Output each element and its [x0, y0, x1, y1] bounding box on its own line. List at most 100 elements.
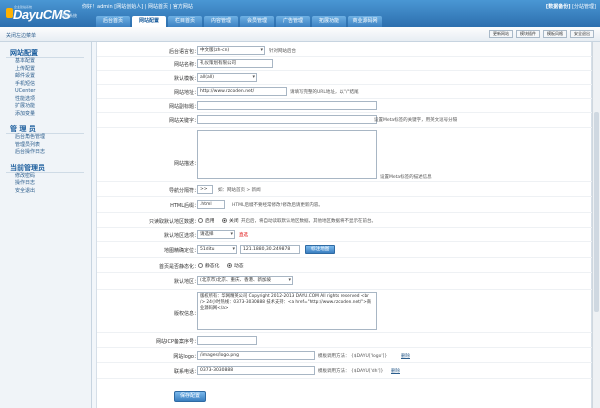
default-region-select[interactable]: 请选择 [197, 230, 235, 239]
form-row: 联系电话： 0373-3030888 模板调用方法： {$DAYU['dh']}… [97, 363, 593, 379]
delete-logo-link[interactable]: 删除 [401, 353, 410, 359]
field-label: 只读取默认地区数据： [148, 219, 199, 225]
sidebar-item[interactable]: 添加变量 [6, 111, 91, 119]
form-row: 后台语言包： 中文版(zh-cn) 针对网站后台 [97, 44, 593, 57]
sidebar-item[interactable]: 安全退出 [6, 188, 91, 196]
sidebar-item[interactable]: 后台角色管理 [6, 134, 91, 142]
field-label: HTML后缀： [170, 203, 199, 209]
welcome-text[interactable]: 你好！admin [网站创始人] | 网站首页 | 官方网站 [82, 3, 193, 10]
tab-extensions[interactable]: 拓展功能 [312, 16, 346, 27]
field-label: 网站描述： [173, 161, 199, 167]
static-radio[interactable]: 静态化 [198, 262, 219, 269]
field-label: 默认地区选项： [163, 233, 199, 239]
html-suffix-input[interactable]: .html [197, 200, 225, 209]
radio-off-icon [198, 263, 203, 268]
radio-off-icon [198, 218, 203, 223]
template-style-button[interactable]: 模板风格 [543, 30, 567, 38]
logo-input[interactable]: /images/logo.png [197, 351, 315, 360]
map-provider-select[interactable]: 51ditu [197, 245, 237, 254]
map-coordinates-input[interactable]: 121.1880,30.249878 [240, 245, 300, 254]
required-hint: 直选 [239, 233, 248, 238]
field-label: 网站ICP备案序号： [156, 339, 199, 345]
radio-label: 静态化 [205, 264, 220, 269]
sidebar-item[interactable]: 修改密码 [6, 173, 91, 181]
separator-input[interactable]: >> [197, 185, 213, 194]
region-enable-radio[interactable]: 启用 [198, 217, 215, 224]
form-row: 网站关键字： 设置Meta标签的关键字，用英文逗号分隔 [97, 113, 593, 128]
sidebar-item[interactable]: 后台操作日志 [6, 149, 91, 157]
field-hint: 针对网站后台 [269, 49, 296, 54]
field-label: 版权信息： [173, 311, 199, 317]
description-textarea[interactable] [197, 130, 377, 179]
field-label: 网站关键字： [168, 118, 199, 124]
sidebar-item[interactable]: 管理员列表 [6, 142, 91, 150]
form-row: 导航分隔符： >> 如：网站首页 > 新闻 [97, 182, 593, 197]
keywords-input[interactable] [197, 115, 377, 124]
toolbar-buttons: 更新网站 模块插件 模板风格 安全退出 [489, 30, 594, 38]
update-site-button[interactable]: 更新网站 [489, 30, 513, 38]
field-hint: 设置Meta标签的描述信息 [380, 175, 432, 180]
radio-on-icon [227, 263, 232, 268]
field-label: 导航分隔符： [168, 188, 199, 194]
radio-on-icon [222, 218, 227, 223]
copyright-textarea[interactable]: 版权所有：华网精英公司 Copyright 2012-2013 DAYU.COM… [197, 292, 377, 330]
tab-columns[interactable]: 栏目首页 [168, 16, 202, 27]
language-select[interactable]: 中文版(zh-cn) [197, 46, 265, 55]
mark-map-button[interactable]: 标注地图 [305, 245, 336, 254]
form-row: 首页是否静态化： 静态化 动态 [97, 258, 593, 273]
sidebar-item[interactable]: 上传配置 [6, 66, 91, 74]
field-label: 默认模板： [173, 76, 199, 82]
plugins-button[interactable]: 模块插件 [516, 30, 540, 38]
field-hint: 请填写完整的URL地址，以"/"结尾 [290, 90, 359, 95]
sidebar-item[interactable]: 邮件设置 [6, 73, 91, 81]
field-label: 网站副标题： [168, 104, 199, 110]
scrollbar[interactable] [592, 42, 600, 408]
substation-link[interactable]: [分站管理] [572, 4, 596, 10]
sidebar-item[interactable]: 基本配置 [6, 58, 91, 66]
site-url-input[interactable]: http://www.rzcoden.net/ [197, 87, 287, 96]
icp-input[interactable] [197, 336, 257, 345]
sidebar-item[interactable]: 手机短信 [6, 81, 91, 89]
form-row: 网站ICP备案序号： [97, 333, 593, 348]
field-hint: 如：网站首页 > 新闻 [218, 188, 261, 193]
radio-label: 关闭 [229, 219, 239, 224]
sidebar-title[interactable]: 网站配置 [6, 48, 84, 58]
close-menu-link[interactable]: 关闭左边菜单 [6, 32, 36, 39]
form-row: 只读取默认地区数据： 启用 关闭 开启后，将自动读取默认地区数据，其他地区数据将… [97, 213, 593, 228]
site-name-input[interactable]: 礼仪策划有限公司 [197, 59, 273, 68]
delete-phone-link[interactable]: 删除 [391, 368, 400, 374]
field-label: 地图精确定位： [163, 248, 199, 254]
logout-button[interactable]: 安全退出 [570, 30, 594, 38]
top-links[interactable]: [数据备份] [分站管理] [546, 3, 596, 10]
subtitle-input[interactable] [197, 101, 377, 110]
logo: 企业建站系统 DayuCMS 管理系统 [6, 5, 77, 23]
sidebar-title[interactable]: 当前管理员 [6, 163, 84, 173]
tab-source[interactable]: 商业源码网 [348, 16, 382, 27]
phone-input[interactable]: 0373-3030888 [197, 366, 315, 375]
field-hint: 模板调用方法： {$DAYU['logo']} [318, 354, 388, 359]
region-disable-radio[interactable]: 关闭 [222, 217, 239, 224]
sidebar-item[interactable]: UCenter [6, 88, 91, 96]
dynamic-radio[interactable]: 动态 [227, 262, 244, 269]
sidebar-item[interactable]: 扩展功能 [6, 103, 91, 111]
tab-content[interactable]: 内容管理 [204, 16, 238, 27]
backup-link[interactable]: [数据备份] [546, 4, 571, 10]
field-hint: HTML后缀不要经常修改!修改后请更新内容。 [232, 203, 323, 208]
tab-home[interactable]: 后台首页 [96, 16, 130, 27]
scrollbar-thumb[interactable] [594, 112, 599, 312]
form-row: 默认地区选项： 请选择 直选 [97, 228, 593, 242]
default-area-select[interactable]: (北京市)北京、重庆、香港、新加坡 [197, 276, 293, 285]
field-hint: 模板调用方法： {$DAYU['dh']} [318, 369, 384, 374]
sidebar-item[interactable]: 操作日志 [6, 180, 91, 188]
tab-ads[interactable]: 广告管理 [276, 16, 310, 27]
sidebar-title[interactable]: 管 理 员 [6, 124, 84, 134]
template-select[interactable]: all(all) [197, 73, 257, 82]
form-row: 默认模板： all(all) [97, 71, 593, 85]
tab-members[interactable]: 会员管理 [240, 16, 274, 27]
form-row: 网站地址： http://www.rzcoden.net/ 请填写完整的URL地… [97, 85, 593, 99]
tab-site-config[interactable]: 网站配置 [132, 16, 166, 27]
field-hint: 开启后，将自动读取默认地区数据，其他地区数据将不显示在前台。 [241, 219, 376, 224]
sidebar-section-admins: 管 理 员 后台角色管理 管理员列表 后台操作日志 [6, 124, 91, 157]
sidebar-item[interactable]: 性能选项 [6, 96, 91, 104]
save-config-button[interactable]: 保存配置 [174, 391, 206, 402]
